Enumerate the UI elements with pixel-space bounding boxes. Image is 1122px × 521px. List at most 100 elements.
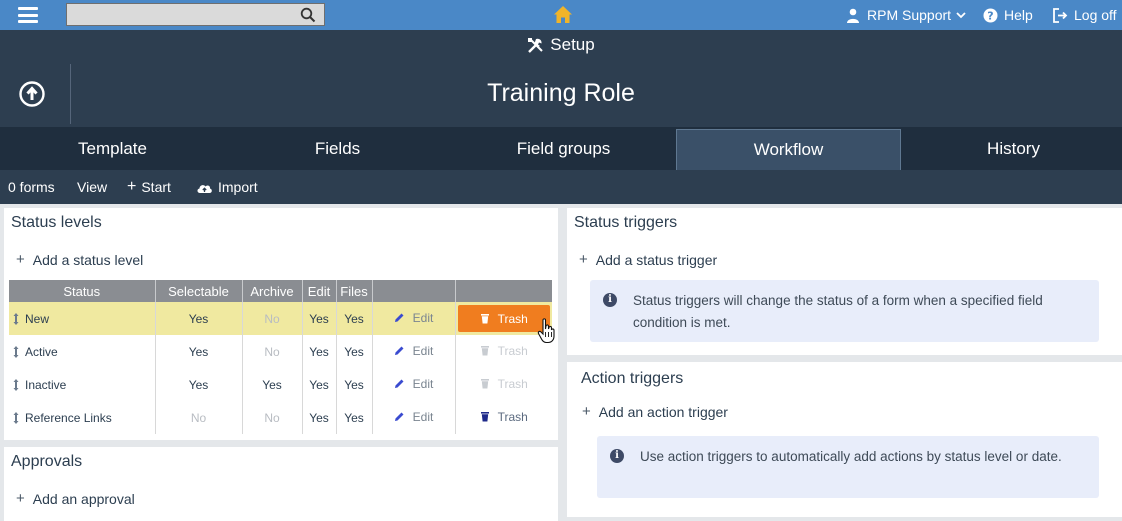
files-cell: Yes <box>336 401 373 434</box>
menu-icon[interactable] <box>18 7 38 23</box>
pencil-icon <box>394 412 404 422</box>
edit-label: Edit <box>412 409 434 424</box>
drag-handle-icon[interactable] <box>13 346 19 359</box>
start-label: Start <box>141 179 171 195</box>
status-triggers-info: i Status triggers will change the status… <box>590 280 1099 342</box>
column-header-status[interactable]: Status <box>9 280 156 302</box>
add-status-level-link[interactable]: + Add a status level <box>16 251 143 268</box>
table-row[interactable]: New Yes No Yes Yes Edit Trash <box>9 302 552 335</box>
trash-button: Trash <box>480 344 528 358</box>
table-header-row: Status Selectable Archive Edit Files <box>9 280 552 302</box>
help-icon: ? <box>983 8 998 22</box>
tab-workflow[interactable]: Workflow <box>676 129 901 170</box>
approvals-title: Approvals <box>11 453 83 470</box>
table-row[interactable]: Reference Links No No Yes Yes Edit Trash <box>9 401 552 434</box>
section-title: Setup <box>550 35 595 54</box>
trash-label: Trash <box>497 409 528 424</box>
view-button[interactable]: View <box>77 179 107 195</box>
trash-icon <box>480 346 489 356</box>
trash-label: Trash <box>497 376 528 391</box>
plus-icon: + <box>579 251 588 268</box>
action-triggers-info: i Use action triggers to automatically a… <box>597 436 1099 498</box>
tab-field-groups[interactable]: Field groups <box>451 127 676 170</box>
info-icon: i <box>603 293 617 307</box>
user-icon <box>847 8 859 23</box>
drag-handle-icon[interactable] <box>13 379 19 392</box>
trash-action-cell: Trash <box>455 368 552 401</box>
archive-cell: Yes <box>242 368 303 401</box>
tools-icon <box>528 37 543 53</box>
edit-action-cell: Edit <box>372 368 456 401</box>
page-title: Training Role <box>487 79 635 107</box>
column-header-edit-action <box>372 280 456 302</box>
edit-button[interactable]: Edit <box>394 310 434 325</box>
trash-label: Trash <box>497 343 528 358</box>
drag-handle-icon[interactable] <box>13 313 19 326</box>
selectable-cell: Yes <box>155 335 243 368</box>
add-status-trigger-link[interactable]: + Add a status trigger <box>579 251 717 268</box>
search-input[interactable] <box>66 3 325 26</box>
column-header-selectable[interactable]: Selectable <box>155 280 243 302</box>
forms-count[interactable]: 0 forms <box>8 179 55 195</box>
files-cell: Yes <box>336 368 373 401</box>
column-header-trash-action <box>455 280 552 302</box>
hand-pointer-icon <box>537 318 555 344</box>
form-toolbar: 0 forms View + Start Import <box>0 170 1122 204</box>
help-link[interactable]: ? Help <box>983 0 1033 30</box>
approvals-panel <box>4 447 558 521</box>
import-label: Import <box>218 179 258 195</box>
user-label: RPM Support <box>867 7 952 23</box>
pencil-icon <box>394 346 404 356</box>
home-icon[interactable] <box>553 5 573 24</box>
add-status-trigger-label: Add a status trigger <box>595 251 718 268</box>
edit-cell: Yes <box>302 368 337 401</box>
table-row[interactable]: Inactive Yes Yes Yes Yes Edit Trash <box>9 368 552 401</box>
column-header-edit[interactable]: Edit <box>302 280 337 302</box>
cloud-upload-icon <box>197 184 212 193</box>
action-triggers-title: Action triggers <box>581 370 684 387</box>
table-row[interactable]: Active Yes No Yes Yes Edit Trash <box>9 335 552 368</box>
status-name-cell: Reference Links <box>9 401 156 434</box>
plus-icon: + <box>16 251 25 268</box>
column-header-files[interactable]: Files <box>336 280 373 302</box>
trash-label: Trash <box>497 311 528 326</box>
edit-action-cell: Edit <box>372 401 456 434</box>
trash-action-cell: Trash <box>455 401 552 434</box>
add-action-trigger-link[interactable]: + Add an action trigger <box>582 403 728 420</box>
edit-action-cell: Edit <box>372 335 456 368</box>
edit-button[interactable]: Edit <box>394 343 434 358</box>
trash-button[interactable]: Trash <box>457 305 550 332</box>
status-levels-table: Status Selectable Archive Edit Files New… <box>9 280 552 434</box>
import-button[interactable]: Import <box>196 179 258 195</box>
trash-button[interactable]: Trash <box>480 410 528 424</box>
status-name-cell: New <box>9 302 156 335</box>
help-label: Help <box>1004 7 1033 23</box>
tab-history[interactable]: History <box>901 127 1122 170</box>
trash-icon <box>480 412 489 422</box>
plus-icon: + <box>16 490 25 507</box>
edit-label: Edit <box>412 343 434 358</box>
edit-label: Edit <box>412 376 434 391</box>
edit-button[interactable]: Edit <box>394 376 434 391</box>
status-name: New <box>25 311 50 326</box>
edit-label: Edit <box>412 310 434 325</box>
column-header-archive[interactable]: Archive <box>242 280 303 302</box>
tab-template[interactable]: Template <box>0 127 225 170</box>
trash-button: Trash <box>480 377 528 391</box>
edit-button[interactable]: Edit <box>394 409 434 424</box>
search-icon[interactable] <box>300 7 316 23</box>
start-button[interactable]: + Start <box>127 178 171 196</box>
add-approval-link[interactable]: + Add an approval <box>16 490 135 507</box>
edit-cell: Yes <box>302 335 337 368</box>
logoff-label: Log off <box>1074 7 1117 23</box>
plus-icon: + <box>582 403 591 420</box>
archive-cell: No <box>242 302 303 335</box>
logoff-link[interactable]: Log off <box>1052 0 1117 30</box>
add-approval-label: Add an approval <box>32 490 135 507</box>
drag-handle-icon[interactable] <box>13 412 19 425</box>
plus-icon: + <box>127 178 137 195</box>
tab-fields[interactable]: Fields <box>225 127 450 170</box>
top-bar: RPM Support ? Help Log off <box>0 0 1122 30</box>
user-menu[interactable]: RPM Support <box>846 0 966 30</box>
edit-cell: Yes <box>302 401 337 434</box>
